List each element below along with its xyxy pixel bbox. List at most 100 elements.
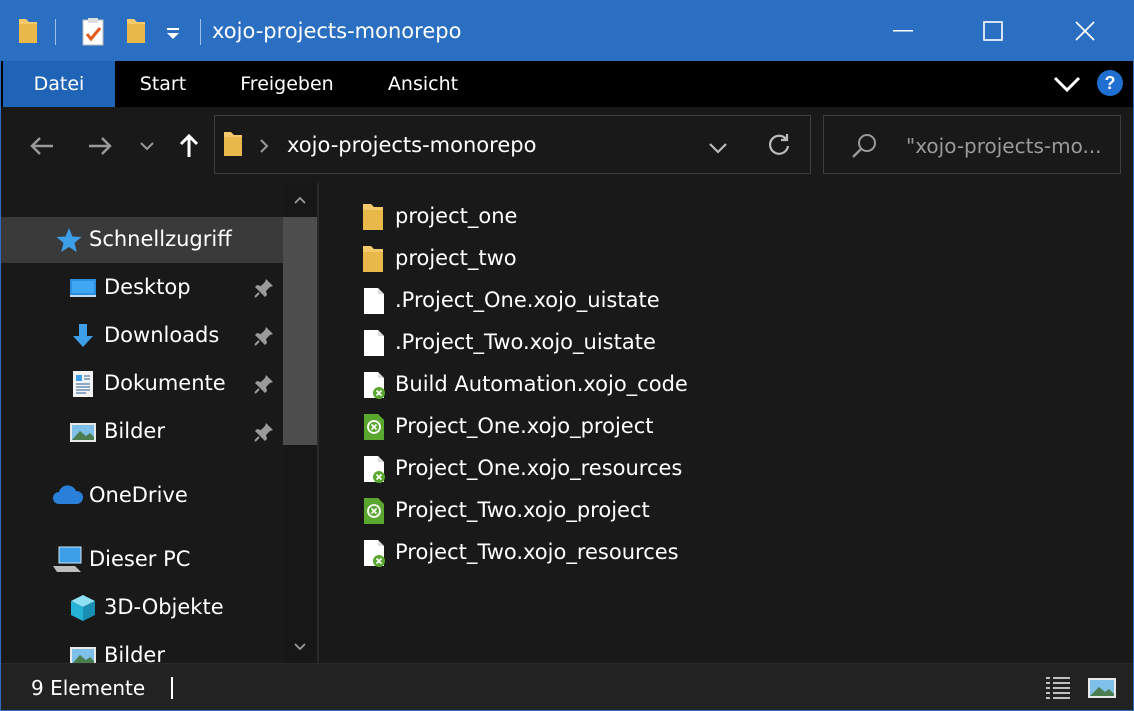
search-box[interactable]: "xojo-projects-mo... — [823, 115, 1121, 174]
nav-label: Dieser PC — [89, 547, 191, 571]
status-bar: 9 Elemente — [1, 663, 1133, 710]
nav-item-dokumente[interactable]: Dokumente — [1, 361, 283, 407]
file-name: Build Automation.xojo_code — [395, 372, 688, 396]
file-name: .Project_Two.xojo_uistate — [395, 330, 656, 354]
file-name: Project_One.xojo_resources — [395, 456, 683, 480]
expand-ribbon-icon[interactable] — [1053, 75, 1081, 97]
xojo-project-icon — [364, 498, 384, 524]
nav-item-schnellzugriff[interactable]: Schnellzugriff — [1, 217, 283, 263]
ribbon-tabs: Datei Start Freigeben Ansicht ? — [1, 61, 1133, 107]
navigation-pane: Schnellzugriff Desktop Downloads Dokumen… — [1, 183, 319, 663]
list-item[interactable]: project_two — [359, 238, 759, 280]
title-bar: xojo-projects-monorepo — [1, 1, 1133, 61]
properties-icon[interactable] — [81, 17, 105, 51]
svg-text:?: ? — [1105, 73, 1116, 93]
scroll-up-icon[interactable] — [293, 196, 307, 205]
xojo-file-icon — [364, 540, 385, 567]
file-name: project_two — [395, 246, 517, 270]
window-title: xojo-projects-monorepo — [212, 19, 462, 43]
search-icon — [850, 132, 878, 164]
file-name: Project_Two.xojo_project — [395, 498, 650, 522]
item-count: 9 Elemente — [31, 676, 146, 700]
nav-label: Bilder — [104, 419, 165, 443]
file-name: Project_Two.xojo_resources — [395, 540, 679, 564]
folder-icon — [363, 246, 383, 272]
nav-item-bilder[interactable]: Bilder — [1, 409, 283, 455]
list-item[interactable]: Project_Two.xojo_resources — [359, 532, 759, 574]
scroll-down-icon[interactable] — [293, 642, 307, 651]
scroll-thumb[interactable] — [283, 217, 317, 445]
pictures-icon — [70, 647, 96, 663]
file-name: project_one — [395, 204, 518, 228]
nav-label: OneDrive — [89, 483, 188, 507]
nav-item-desktop[interactable]: Desktop — [1, 265, 283, 311]
file-list: project_one project_two .Project_One.xoj… — [319, 183, 1133, 663]
xojo-file-icon — [364, 372, 385, 399]
list-item[interactable]: Project_One.xojo_resources — [359, 448, 759, 490]
tab-start[interactable]: Start — [121, 61, 205, 107]
address-bar[interactable]: xojo-projects-monorepo — [214, 115, 811, 174]
list-item[interactable]: Project_Two.xojo_project — [359, 490, 759, 532]
desktop-icon — [70, 279, 96, 297]
breadcrumb-segment[interactable]: xojo-projects-monorepo — [287, 133, 536, 157]
refresh-icon[interactable] — [767, 133, 791, 161]
pictures-icon — [70, 423, 96, 442]
nav-item-downloads[interactable]: Downloads — [1, 313, 283, 359]
customize-quick-access-icon[interactable] — [165, 25, 181, 44]
document-icon — [73, 371, 93, 397]
nav-label: Dokumente — [104, 371, 226, 395]
up-button[interactable] — [172, 129, 206, 163]
nav-item-dieser-pc[interactable]: Dieser PC — [1, 537, 283, 583]
tab-freigeben[interactable]: Freigeben — [223, 61, 351, 107]
nav-item-bilder-pc[interactable]: Bilder — [1, 633, 283, 663]
nav-label: 3D-Objekte — [104, 595, 224, 619]
nav-scrollbar[interactable] — [283, 183, 317, 663]
xojo-file-icon — [364, 456, 385, 483]
list-item[interactable]: project_one — [359, 196, 759, 238]
xojo-project-icon — [364, 414, 384, 440]
blank-file-icon — [364, 330, 384, 356]
nav-item-onedrive[interactable]: OneDrive — [1, 473, 283, 519]
star-icon — [56, 228, 82, 252]
tab-datei[interactable]: Datei — [3, 61, 115, 107]
download-icon — [73, 324, 93, 347]
close-button[interactable] — [1039, 1, 1131, 61]
breadcrumb-chevron-icon[interactable] — [259, 138, 269, 157]
folder-icon — [363, 204, 383, 230]
pin-icon[interactable] — [253, 421, 275, 443]
list-item[interactable]: Build Automation.xojo_code — [359, 364, 759, 406]
back-button[interactable] — [25, 129, 59, 163]
nav-label: Desktop — [104, 275, 191, 299]
explorer-window: xojo-projects-monorepo Datei Start Freig… — [0, 0, 1134, 711]
nav-label: Downloads — [104, 323, 220, 347]
tab-ansicht[interactable]: Ansicht — [371, 61, 475, 107]
maximize-button[interactable] — [947, 1, 1039, 61]
new-folder-icon[interactable] — [125, 17, 147, 49]
blank-file-icon — [364, 288, 384, 314]
forward-button[interactable] — [83, 129, 117, 163]
nav-label: Schnellzugriff — [89, 227, 232, 251]
list-item[interactable]: .Project_One.xojo_uistate — [359, 280, 759, 322]
minimize-button[interactable] — [857, 1, 949, 61]
large-icons-view-icon[interactable] — [1087, 674, 1117, 702]
file-name: Project_One.xojo_project — [395, 414, 654, 438]
folder-icon — [223, 131, 243, 161]
pin-icon[interactable] — [253, 373, 275, 395]
pin-icon[interactable] — [253, 325, 275, 347]
address-row: xojo-projects-monorepo "xojo-projects-mo… — [1, 107, 1133, 183]
list-item[interactable]: Project_One.xojo_project — [359, 406, 759, 448]
recent-locations-button[interactable] — [133, 129, 161, 163]
pin-icon[interactable] — [253, 277, 275, 299]
cloud-icon — [53, 485, 84, 504]
3d-objects-icon — [71, 595, 95, 621]
folder-icon[interactable] — [17, 17, 39, 49]
computer-icon — [53, 546, 82, 572]
nav-item-3d-objekte[interactable]: 3D-Objekte — [1, 585, 283, 631]
address-dropdown-icon[interactable] — [708, 139, 728, 158]
search-placeholder: "xojo-projects-mo... — [906, 134, 1102, 158]
list-item[interactable]: .Project_Two.xojo_uistate — [359, 322, 759, 364]
file-name: .Project_One.xojo_uistate — [395, 288, 660, 312]
text-cursor — [171, 677, 173, 699]
help-icon[interactable]: ? — [1096, 69, 1124, 101]
details-view-icon[interactable] — [1043, 674, 1073, 702]
